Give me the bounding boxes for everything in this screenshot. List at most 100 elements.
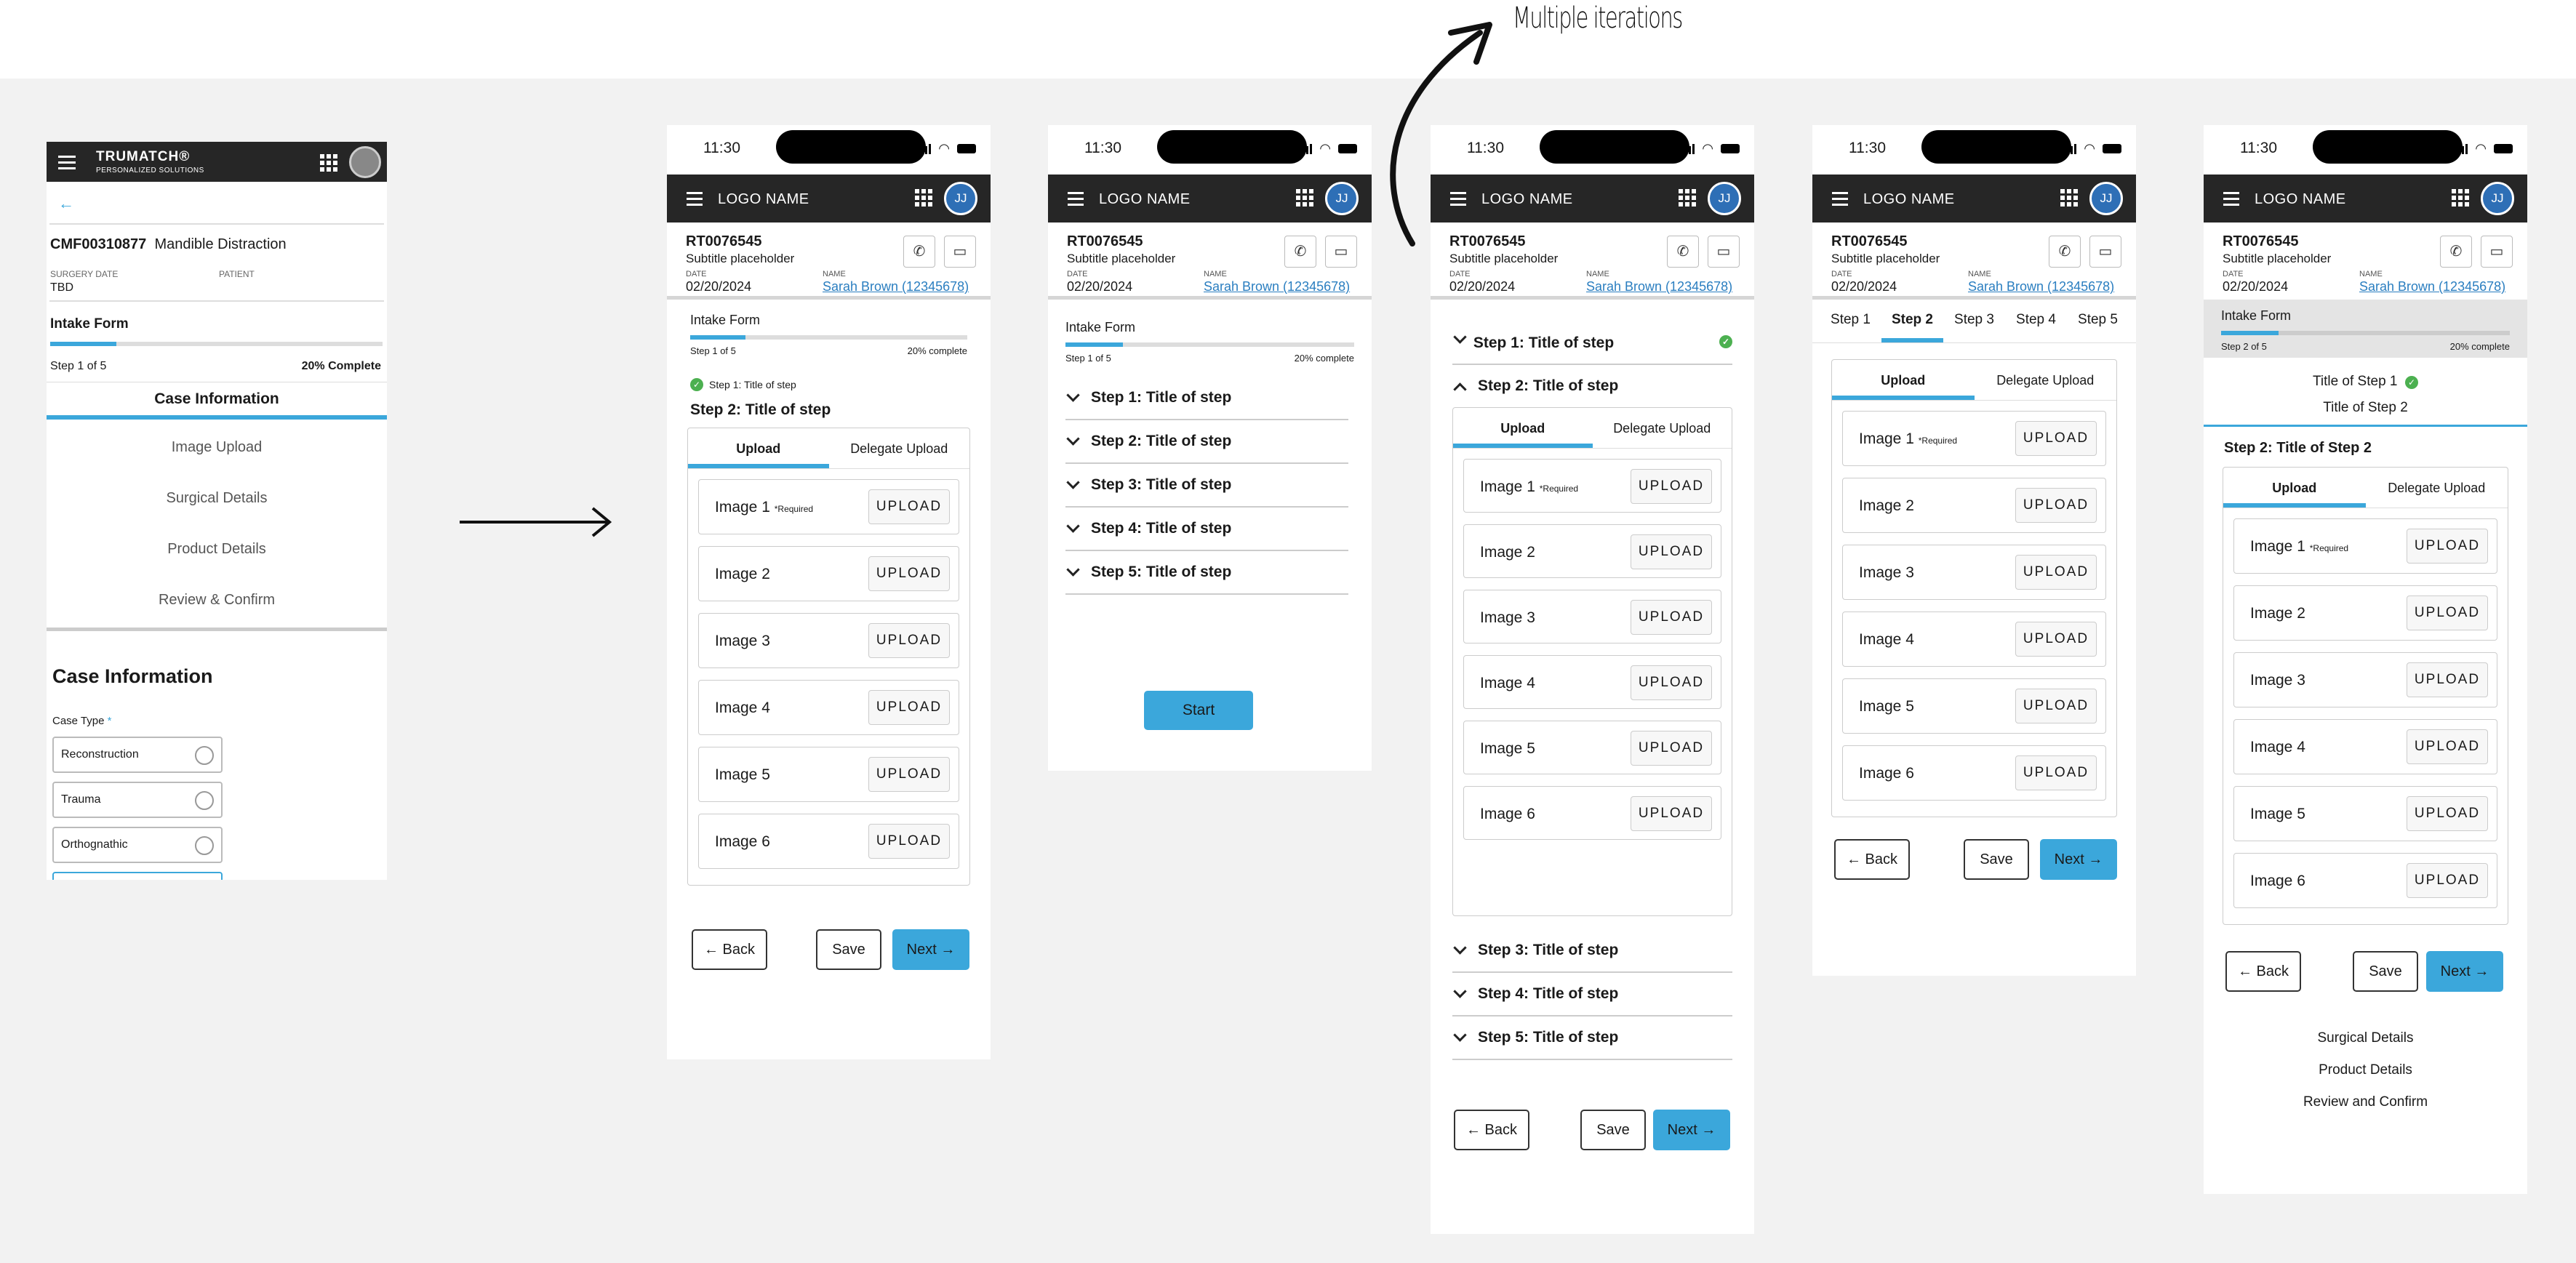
save-button[interactable]: Save [1964, 839, 2029, 880]
tab-step-3[interactable]: Step 3 [1943, 300, 2005, 342]
nav-item-product-details[interactable]: Product Details [47, 524, 387, 574]
tab-step-4[interactable]: Step 4 [2005, 300, 2067, 342]
upload-button[interactable]: UPLOAD [2407, 729, 2488, 764]
menu-icon[interactable] [1450, 192, 1466, 209]
upload-button[interactable]: UPLOAD [1631, 665, 1712, 700]
option-orthognathic[interactable]: Orthognathic [52, 827, 223, 863]
upload-button[interactable]: UPLOAD [868, 556, 950, 591]
apps-grid-icon[interactable] [1296, 189, 1313, 207]
avatar[interactable]: JJ [1325, 182, 1359, 215]
tab-delegate-upload[interactable]: Delegate Upload [1975, 360, 2117, 400]
patient-name-link[interactable]: Sarah Brown (12345678) [1968, 279, 2114, 294]
tab-upload[interactable]: Upload [2223, 468, 2366, 508]
tab-delegate-upload[interactable]: Delegate Upload [2366, 468, 2508, 508]
upload-button[interactable]: UPLOAD [868, 489, 950, 524]
chat-icon[interactable]: ▭ [2089, 236, 2121, 268]
chat-icon[interactable]: ▭ [2481, 236, 2513, 268]
menu-icon[interactable] [1832, 192, 1848, 209]
apps-grid-icon[interactable] [320, 154, 337, 172]
upload-button[interactable]: UPLOAD [868, 623, 950, 658]
option-reconstruction[interactable]: Reconstruction [52, 737, 223, 773]
upload-button[interactable]: UPLOAD [2015, 622, 2097, 657]
nav-item-image-upload[interactable]: Image Upload [47, 422, 387, 473]
upload-button[interactable]: UPLOAD [868, 690, 950, 725]
upload-button[interactable]: UPLOAD [2015, 488, 2097, 523]
accordion-step-4[interactable]: Step 4: Title of step [1065, 508, 1348, 551]
upload-button[interactable]: UPLOAD [1631, 731, 1712, 766]
chat-icon[interactable]: ▭ [944, 236, 976, 268]
save-button[interactable]: Save [816, 929, 881, 970]
avatar[interactable]: JJ [1708, 182, 1741, 215]
upload-button[interactable]: UPLOAD [868, 757, 950, 792]
link-surgical-details[interactable]: Surgical Details [2204, 1022, 2527, 1054]
avatar[interactable]: JJ [2089, 182, 2123, 215]
chat-icon[interactable]: ▭ [1708, 236, 1740, 268]
option-trauma[interactable]: Trauma [52, 782, 223, 818]
phone-icon[interactable]: ✆ [1667, 236, 1699, 268]
option-partial[interactable] [52, 872, 223, 880]
back-button[interactable]: ← Back [1454, 1110, 1529, 1150]
back-button[interactable]: ← Back [2225, 951, 2301, 992]
upload-button[interactable]: UPLOAD [2407, 596, 2488, 630]
next-button[interactable]: Next → [892, 929, 969, 970]
tab-step-5[interactable]: Step 5 [2067, 300, 2129, 342]
next-button[interactable]: Next → [1653, 1110, 1730, 1150]
accordion-step-3[interactable]: Step 3: Title of step [1065, 464, 1348, 508]
link-review-confirm[interactable]: Review and Confirm [2204, 1086, 2527, 1118]
next-button[interactable]: Next → [2040, 839, 2117, 880]
save-button[interactable]: Save [1580, 1110, 1646, 1150]
phone-icon[interactable]: ✆ [2440, 236, 2472, 268]
upload-button[interactable]: UPLOAD [868, 824, 950, 859]
tab-step-2[interactable]: Step 2 [1881, 300, 1943, 342]
phone-icon[interactable]: ✆ [903, 236, 935, 268]
avatar[interactable]: JJ [2481, 182, 2514, 215]
upload-button[interactable]: UPLOAD [2407, 662, 2488, 697]
patient-name-link[interactable]: Sarah Brown (12345678) [1586, 279, 1732, 294]
upload-button[interactable]: UPLOAD [1631, 600, 1712, 635]
tab-step-1[interactable]: Step 1 [1820, 300, 1881, 342]
patient-name-link[interactable]: Sarah Brown (12345678) [823, 279, 969, 294]
tab-upload[interactable]: Upload [1832, 360, 1975, 400]
phone-icon[interactable]: ✆ [1284, 236, 1316, 268]
back-button[interactable]: ← Back [692, 929, 767, 970]
menu-icon[interactable] [1068, 192, 1084, 209]
accordion-step-3[interactable]: Step 3: Title of step [1452, 929, 1732, 973]
tab-delegate-upload[interactable]: Delegate Upload [1593, 408, 1732, 448]
back-button[interactable]: ← Back [1834, 839, 1910, 880]
apps-grid-icon[interactable] [2452, 189, 2469, 207]
completed-step[interactable]: Title of Step 1 ✓ [2204, 374, 2527, 390]
menu-icon[interactable] [2223, 192, 2239, 209]
upload-button[interactable]: UPLOAD [2015, 755, 2097, 790]
nav-item-review-confirm[interactable]: Review & Confirm [47, 574, 387, 625]
upload-button[interactable]: UPLOAD [2015, 689, 2097, 723]
tab-upload[interactable]: Upload [688, 428, 829, 468]
accordion-step-1[interactable]: Step 1: Title of step [1065, 377, 1348, 420]
patient-name-link[interactable]: Sarah Brown (12345678) [2359, 279, 2505, 294]
upload-button[interactable]: UPLOAD [1631, 796, 1712, 831]
upload-button[interactable]: UPLOAD [2407, 529, 2488, 564]
apps-grid-icon[interactable] [2060, 189, 2078, 207]
next-button[interactable]: Next → [2426, 951, 2503, 992]
patient-name-link[interactable]: Sarah Brown (12345678) [1204, 279, 1350, 294]
current-step[interactable]: Title of Step 2 [2204, 400, 2527, 427]
accordion-step-2[interactable]: Step 2: Title of step [1065, 420, 1348, 464]
nav-item-surgical-details[interactable]: Surgical Details [47, 473, 387, 524]
menu-icon[interactable] [58, 156, 76, 173]
start-button[interactable]: Start [1144, 691, 1253, 730]
tab-delegate-upload[interactable]: Delegate Upload [829, 428, 970, 468]
upload-button[interactable]: UPLOAD [2015, 555, 2097, 590]
apps-grid-icon[interactable] [915, 189, 932, 207]
accordion-step-4[interactable]: Step 4: Title of step [1452, 973, 1732, 1017]
accordion-step-2[interactable]: Step 2: Title of step [1452, 364, 1732, 407]
upload-button[interactable]: UPLOAD [1631, 534, 1712, 569]
upload-button[interactable]: UPLOAD [1631, 469, 1712, 504]
upload-button[interactable]: UPLOAD [2407, 796, 2488, 831]
apps-grid-icon[interactable] [1679, 189, 1696, 207]
nav-active-item[interactable]: Case Information [47, 382, 387, 420]
upload-button[interactable]: UPLOAD [2015, 421, 2097, 456]
accordion-step-5[interactable]: Step 5: Title of step [1065, 551, 1348, 595]
link-product-details[interactable]: Product Details [2204, 1054, 2527, 1086]
accordion-step-1[interactable]: Step 1: Title of step ✓ [1452, 320, 1732, 364]
phone-icon[interactable]: ✆ [2049, 236, 2081, 268]
save-button[interactable]: Save [2353, 951, 2418, 992]
